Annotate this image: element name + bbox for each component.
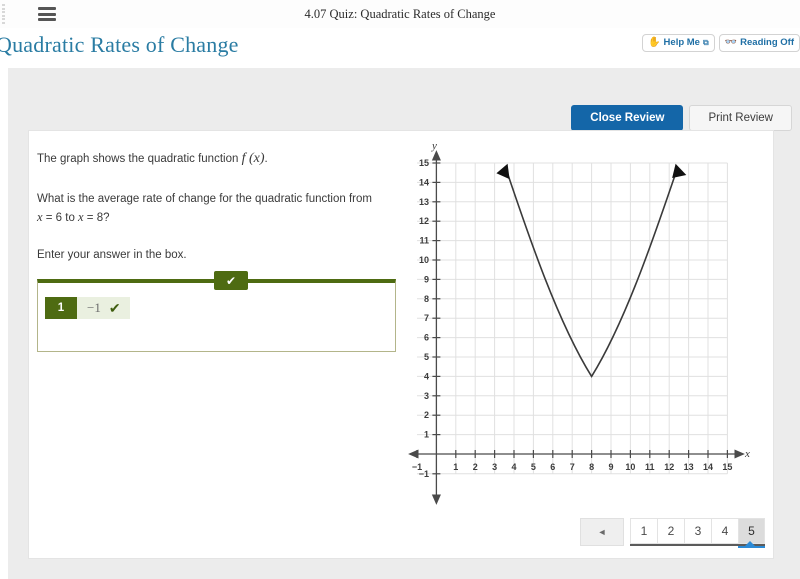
question-instruction: Enter your answer in the box. — [37, 248, 187, 261]
prompt-middle: = 6 to — [42, 211, 79, 224]
answer-correct-tab: ✔ — [214, 271, 248, 290]
grid-lines — [417, 162, 728, 475]
page-root: 4.07 Quiz: Quadratic Rates of Change Qua… — [0, 0, 800, 579]
svg-text:3: 3 — [424, 391, 429, 401]
svg-text:9: 9 — [608, 462, 613, 472]
question-text-block: The graph shows the quadratic function f… — [37, 149, 417, 285]
svg-text:13: 13 — [419, 197, 429, 207]
pagination-active-underline — [738, 546, 765, 548]
svg-text:7: 7 — [424, 313, 429, 323]
hand-icon: ✋ — [648, 36, 661, 48]
print-review-button[interactable]: Print Review — [689, 105, 792, 131]
question-intro-suffix: . — [264, 153, 268, 165]
check-icon: ✔ — [225, 273, 237, 288]
pagination-page-4[interactable]: 4 — [711, 518, 738, 544]
svg-text:6: 6 — [550, 462, 555, 472]
graph-svg: −1 1 2 3 4 5 6 7 8 9 10 11 12 13 14 15 1… — [408, 140, 750, 505]
page-title: Quadratic Rates of Change — [0, 32, 239, 57]
question-intro: The graph shows the quadratic function f… — [37, 149, 417, 169]
answer-value-group: 1 −1 ✔ — [45, 297, 130, 319]
svg-text:6: 6 — [424, 333, 429, 343]
close-review-button[interactable]: Close Review — [571, 105, 684, 131]
svg-text:2: 2 — [473, 462, 478, 472]
svg-text:9: 9 — [424, 274, 429, 284]
x-axis-label: x — [744, 448, 750, 460]
svg-text:−1: −1 — [419, 469, 429, 479]
svg-text:11: 11 — [419, 236, 429, 246]
svg-text:7: 7 — [570, 462, 575, 472]
question-intro-prefix: The graph shows the quadratic function — [37, 153, 242, 165]
pagination-page-3[interactable]: 3 — [684, 518, 711, 544]
svg-text:14: 14 — [703, 462, 713, 472]
browser-top-bar: 4.07 Quiz: Quadratic Rates of Change — [0, 0, 800, 29]
svg-text:10: 10 — [419, 255, 429, 265]
svg-text:12: 12 — [419, 216, 429, 226]
prompt-end: = 8? — [83, 211, 110, 224]
svg-text:11: 11 — [645, 462, 655, 472]
svg-text:3: 3 — [492, 462, 497, 472]
y-axis-label: y — [431, 140, 437, 152]
svg-text:5: 5 — [424, 352, 429, 362]
answer-number-badge: 1 — [45, 297, 77, 319]
pagination: ◄ 1 2 3 4 5 — [580, 518, 765, 546]
review-toolbar: Close Review Print Review — [571, 105, 792, 131]
browser-page-title: 4.07 Quiz: Quadratic Rates of Change — [304, 7, 496, 21]
left-white-gutter — [0, 68, 8, 579]
svg-text:12: 12 — [664, 462, 674, 472]
svg-text:4: 4 — [424, 371, 429, 381]
svg-text:15: 15 — [722, 462, 732, 472]
svg-text:8: 8 — [424, 294, 429, 304]
header-tool-buttons: ✋ Help Me ⧉ 👓 Reading Off — [642, 34, 800, 52]
svg-text:2: 2 — [424, 410, 429, 420]
pagination-active-caret — [745, 541, 755, 546]
quadratic-graph: −1 1 2 3 4 5 6 7 8 9 10 11 12 13 14 15 1… — [407, 136, 767, 521]
svg-text:13: 13 — [684, 462, 694, 472]
pagination-prev-button[interactable]: ◄ — [580, 518, 624, 546]
svg-text:15: 15 — [419, 158, 429, 168]
svg-text:1: 1 — [453, 462, 458, 472]
reading-toggle-button[interactable]: 👓 Reading Off — [718, 34, 800, 52]
help-me-label: Help Me — [663, 37, 700, 48]
answer-box[interactable]: ✔ 1 −1 ✔ — [37, 271, 396, 352]
function-notation: f (x) — [241, 151, 265, 166]
question-card: The graph shows the quadratic function f… — [28, 130, 774, 559]
question-prompt: What is the average rate of change for t… — [37, 191, 417, 226]
pagination-page-2[interactable]: 2 — [657, 518, 684, 544]
reading-toggle-label: Reading Off — [740, 37, 794, 48]
svg-text:4: 4 — [511, 462, 516, 472]
help-me-button[interactable]: ✋ Help Me ⧉ — [642, 34, 715, 52]
pagination-page-1[interactable]: 1 — [630, 518, 657, 544]
answer-value: −1 — [87, 300, 101, 315]
glasses-icon: 👓 — [724, 36, 738, 48]
svg-text:10: 10 — [625, 462, 635, 472]
svg-text:5: 5 — [531, 462, 536, 472]
answer-check-icon: ✔ — [108, 300, 121, 316]
svg-text:14: 14 — [419, 177, 429, 187]
x-tick-labels: −1 1 2 3 4 5 6 7 8 9 10 11 12 13 14 15 — [412, 462, 733, 472]
svg-text:1: 1 — [424, 430, 429, 440]
external-link-icon: ⧉ — [702, 37, 709, 47]
svg-text:8: 8 — [589, 462, 594, 472]
prompt-line-1: What is the average rate of change for t… — [37, 193, 372, 206]
